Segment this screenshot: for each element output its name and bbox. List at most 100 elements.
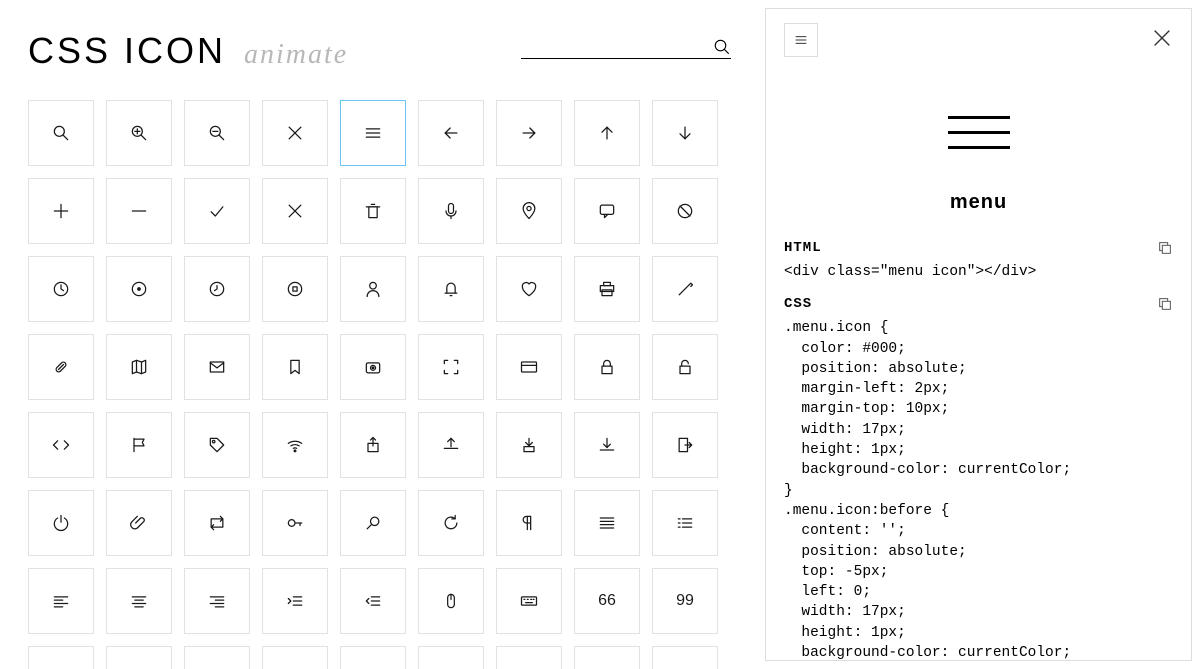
- icon-zoom-in[interactable]: [106, 100, 172, 166]
- x2-icon: [285, 201, 305, 221]
- icon-mouse[interactable]: [418, 568, 484, 634]
- icon-66[interactable]: 66: [574, 568, 640, 634]
- icon-location[interactable]: [496, 178, 562, 244]
- icon-share[interactable]: [340, 412, 406, 478]
- plus-icon: [51, 201, 71, 221]
- icon-battery3[interactable]: [574, 646, 640, 669]
- zoom-out-icon: [207, 123, 227, 143]
- icon-tag[interactable]: [184, 412, 250, 478]
- icon-mustache[interactable]: [184, 646, 250, 669]
- icon-mail[interactable]: [184, 334, 250, 400]
- icon-99[interactable]: 99: [652, 568, 718, 634]
- icon-9[interactable]: 9: [106, 646, 172, 669]
- icon-flag[interactable]: [106, 412, 172, 478]
- search-input[interactable]: [521, 39, 713, 55]
- minus-icon: [129, 201, 149, 221]
- icon-lock[interactable]: [574, 334, 640, 400]
- clip-icon: [129, 513, 149, 533]
- icon-align-left[interactable]: [28, 568, 94, 634]
- icon-justify[interactable]: [574, 490, 640, 556]
- zoom-in-icon: [129, 123, 149, 143]
- icon-repeat[interactable]: [184, 490, 250, 556]
- icon-bookmark[interactable]: [262, 334, 328, 400]
- icon-battery[interactable]: [418, 646, 484, 669]
- icon-bell[interactable]: [418, 256, 484, 322]
- css-code[interactable]: .menu.icon { color: #000; position: abso…: [784, 318, 1173, 660]
- icon-paragraph[interactable]: [496, 490, 562, 556]
- icon-unlock[interactable]: [652, 334, 718, 400]
- icon-logout[interactable]: [652, 412, 718, 478]
- icon-arrow-left[interactable]: [418, 100, 484, 166]
- icon-pen[interactable]: [652, 256, 718, 322]
- icon-x2[interactable]: [262, 178, 328, 244]
- icon-arrow-right[interactable]: [496, 100, 562, 166]
- icon-indent[interactable]: [262, 568, 328, 634]
- mic-icon: [441, 201, 461, 221]
- icon-stop[interactable]: [262, 256, 328, 322]
- icon-6[interactable]: 6: [28, 646, 94, 669]
- copy-css-button[interactable]: [1157, 296, 1173, 312]
- icon-fullscreen[interactable]: [418, 334, 484, 400]
- css-header: CSS: [784, 296, 1173, 312]
- search-icon: [51, 123, 71, 143]
- icon-plus[interactable]: [28, 178, 94, 244]
- icon-chat[interactable]: [574, 178, 640, 244]
- icon-search2[interactable]: [340, 490, 406, 556]
- bell-icon: [441, 279, 461, 299]
- icon-pill[interactable]: [28, 334, 94, 400]
- icon-power[interactable]: [28, 490, 94, 556]
- icon-forbidden[interactable]: [652, 178, 718, 244]
- icon-search[interactable]: [28, 100, 94, 166]
- panel-menu-button[interactable]: [784, 23, 818, 57]
- icon-heart[interactable]: [496, 256, 562, 322]
- icon-wifi[interactable]: [262, 412, 328, 478]
- icon-print[interactable]: [574, 256, 640, 322]
- icon-briefcase[interactable]: [652, 646, 718, 669]
- logout-icon: [675, 435, 695, 455]
- copy-html-button[interactable]: [1157, 240, 1173, 256]
- icon-code[interactable]: [28, 412, 94, 478]
- icon-arrow-up[interactable]: [574, 100, 640, 166]
- icon-clip[interactable]: [106, 490, 172, 556]
- icon-clock2[interactable]: [184, 256, 250, 322]
- icon-list[interactable]: [652, 490, 718, 556]
- icon-arrow-down[interactable]: [652, 100, 718, 166]
- animate-link[interactable]: animate: [244, 39, 348, 71]
- icon-upload[interactable]: [418, 412, 484, 478]
- icon-align-right[interactable]: [184, 568, 250, 634]
- icon-key[interactable]: [262, 490, 328, 556]
- icon-eye[interactable]: [262, 646, 328, 669]
- icon-mic[interactable]: [418, 178, 484, 244]
- icon-check[interactable]: [184, 178, 250, 244]
- search-box[interactable]: [521, 38, 731, 59]
- icon-clock[interactable]: [28, 256, 94, 322]
- arrow-up-icon: [597, 123, 617, 143]
- icon-outdent[interactable]: [340, 568, 406, 634]
- arrow-right-icon: [519, 123, 539, 143]
- icon-sliders[interactable]: [340, 646, 406, 669]
- copy-icon: [1157, 240, 1173, 256]
- icon-target[interactable]: [106, 256, 172, 322]
- icon-zoom-out[interactable]: [184, 100, 250, 166]
- icon-battery2[interactable]: [496, 646, 562, 669]
- icon-download[interactable]: [496, 412, 562, 478]
- icon-camera[interactable]: [340, 334, 406, 400]
- icon-x[interactable]: [262, 100, 328, 166]
- icon-menu[interactable]: [340, 100, 406, 166]
- x-icon: [285, 123, 305, 143]
- upload-icon: [441, 435, 461, 455]
- html-code[interactable]: <div class="menu icon"></div>: [784, 262, 1173, 282]
- panel-top: [766, 9, 1191, 71]
- icon-trash[interactable]: [340, 178, 406, 244]
- icon-card[interactable]: [496, 334, 562, 400]
- icon-align-center[interactable]: [106, 568, 172, 634]
- icon-minus[interactable]: [106, 178, 172, 244]
- icon-keyboard[interactable]: [496, 568, 562, 634]
- tag-icon: [207, 435, 227, 455]
- icon-user[interactable]: [340, 256, 406, 322]
- close-button[interactable]: [1151, 27, 1173, 54]
- icon-reload[interactable]: [418, 490, 484, 556]
- keyboard-icon: [519, 591, 539, 611]
- icon-download2[interactable]: [574, 412, 640, 478]
- icon-map[interactable]: [106, 334, 172, 400]
